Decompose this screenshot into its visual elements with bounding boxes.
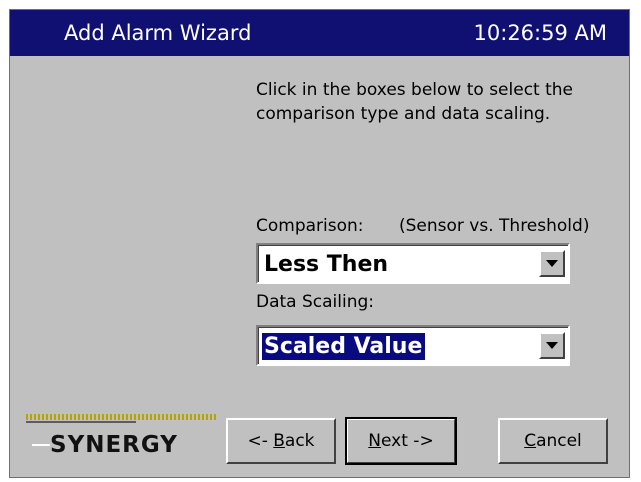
- back-button[interactable]: <- Back: [226, 418, 336, 464]
- data-scaling-dropdown[interactable]: Scaled Value: [256, 325, 570, 366]
- logo-swoosh: [32, 444, 50, 446]
- next-button-label-post: ext ->: [381, 431, 434, 451]
- chevron-down-icon[interactable]: [539, 332, 565, 359]
- comparison-label: Comparison:: [256, 216, 364, 236]
- window-title: Add Alarm Wizard: [64, 21, 252, 45]
- back-button-label-post: ack: [284, 431, 315, 451]
- cancel-button-accel: C: [524, 431, 537, 451]
- comparison-value: Less Then: [264, 252, 389, 277]
- clock: 10:26:59 AM: [473, 21, 607, 45]
- comparison-dropdown[interactable]: Less Then: [256, 243, 570, 284]
- next-button-accel: N: [368, 431, 382, 451]
- add-alarm-wizard-window: Add Alarm Wizard 10:26:59 AM Click in th…: [9, 9, 630, 478]
- instructions-text: Click in the boxes below to select the c…: [256, 80, 574, 124]
- back-button-label-pre: <-: [247, 431, 274, 451]
- title-bar: Add Alarm Wizard 10:26:59 AM: [10, 10, 629, 56]
- chevron-down-icon[interactable]: [539, 250, 565, 277]
- data-scaling-label: Data Scailing:: [256, 292, 375, 312]
- back-button-accel: B: [273, 431, 285, 451]
- cancel-button[interactable]: Cancel: [498, 418, 608, 464]
- logo-text: SYNERGY: [50, 432, 178, 458]
- synergy-logo: SYNERGY: [26, 414, 216, 462]
- logo-line: [26, 421, 136, 423]
- logo-dots: [26, 414, 216, 420]
- cancel-button-label-post: ancel: [536, 431, 582, 451]
- next-button[interactable]: Next ->: [345, 417, 457, 465]
- data-scaling-value: Scaled Value: [262, 333, 426, 360]
- comparison-hint: (Sensor vs. Threshold): [399, 216, 590, 236]
